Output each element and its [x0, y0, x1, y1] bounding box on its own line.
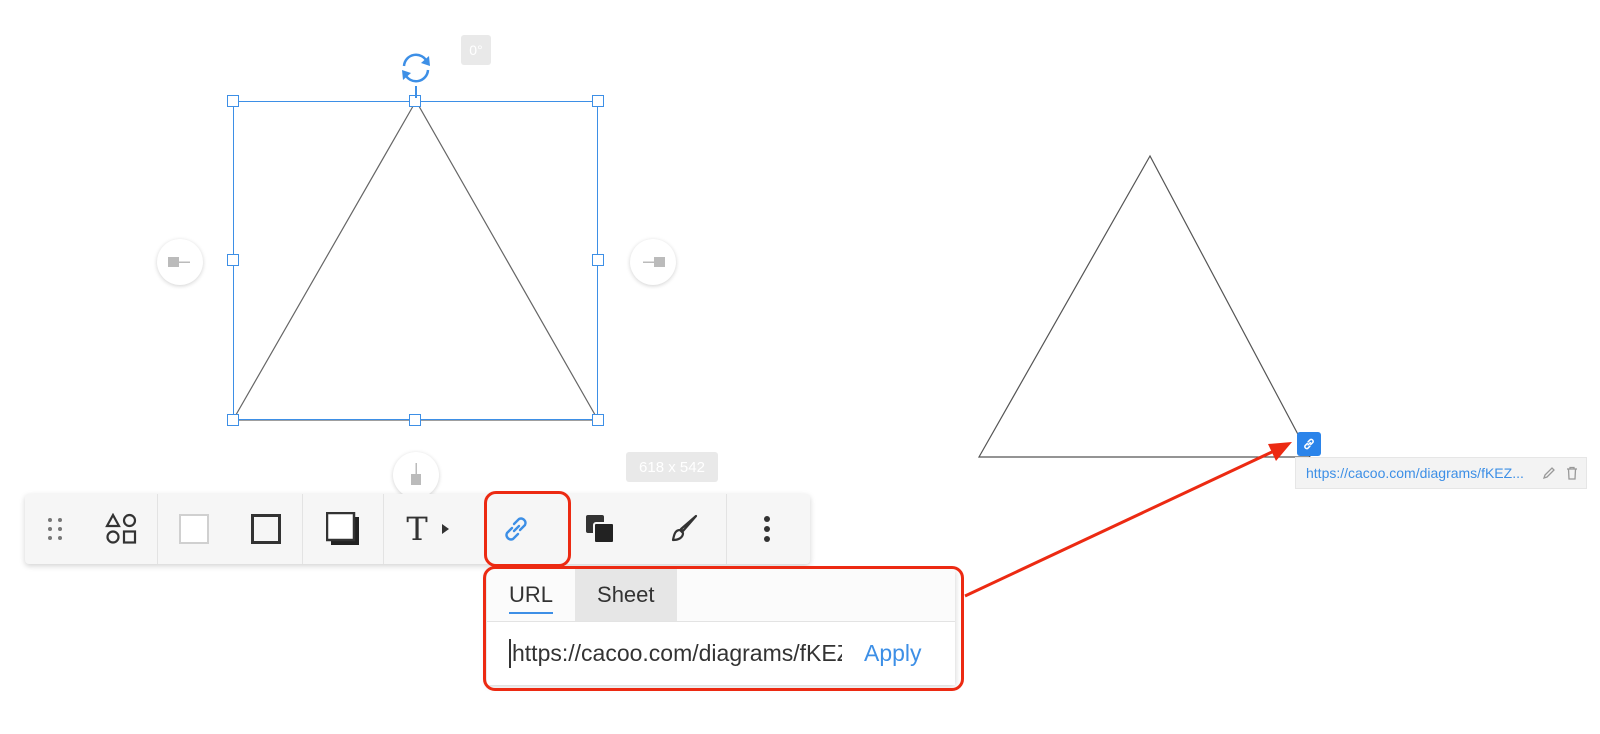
annotation-arrow: [964, 442, 1292, 598]
link-url-chip[interactable]: https://cacoo.com/diagrams/fKEZ...: [1295, 457, 1587, 489]
delete-trash-icon[interactable]: [1566, 466, 1578, 480]
link-indicator-icon[interactable]: [1297, 432, 1321, 456]
link-url-text[interactable]: https://cacoo.com/diagrams/fKEZ...: [1306, 465, 1534, 481]
edit-pencil-icon[interactable]: [1542, 466, 1556, 480]
